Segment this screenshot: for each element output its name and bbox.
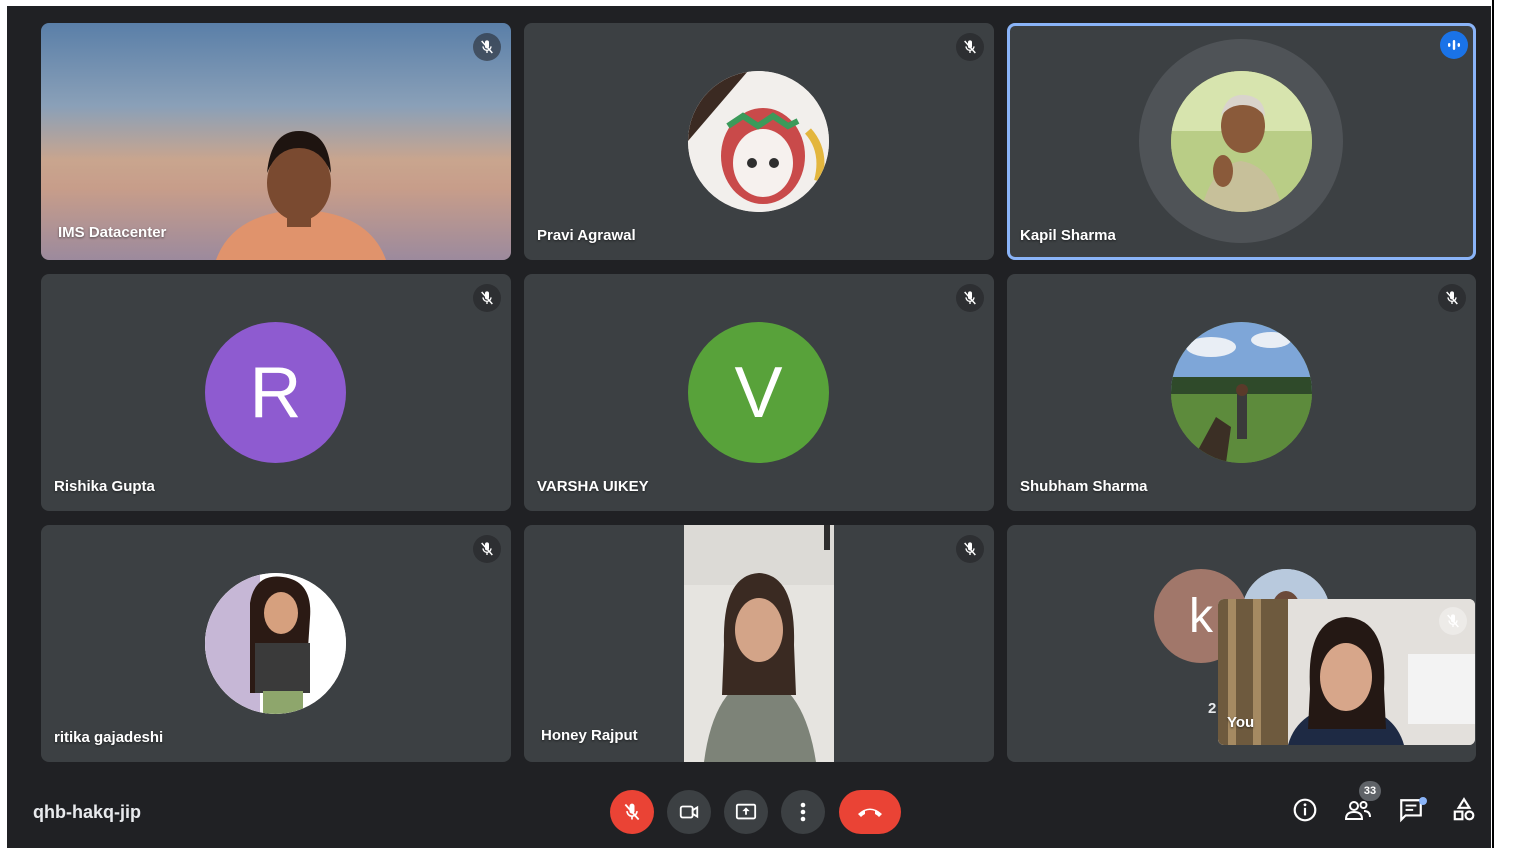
meeting-code: qhb-hakq-jip (33, 802, 141, 822)
present-screen-icon (735, 803, 757, 820)
participant-name: Shubham Sharma (1020, 478, 1148, 495)
activities-button[interactable] (1448, 794, 1480, 826)
avatar (1171, 322, 1312, 463)
others-tile[interactable]: k 2 You (1007, 525, 1476, 762)
participant-tile[interactable]: V VARSHA UIKEY (524, 274, 994, 511)
avatar (688, 71, 829, 212)
leave-call-button[interactable] (839, 790, 901, 834)
mic-off-icon (956, 535, 984, 563)
mic-off-icon (473, 33, 501, 61)
meeting-details-button[interactable] (1289, 794, 1321, 826)
camera-toggle-button[interactable] (667, 790, 711, 834)
participant-tile[interactable]: Honey Rajput (524, 525, 994, 762)
participant-tile[interactable]: Pravi Agrawal (524, 23, 994, 260)
participant-name: Pravi Agrawal (537, 227, 636, 244)
more-options-button[interactable] (781, 790, 825, 834)
self-video (1218, 599, 1475, 745)
participant-video (684, 525, 834, 762)
speaking-indicator-icon (1440, 31, 1468, 59)
participant-tile[interactable]: Shubham Sharma (1007, 274, 1476, 511)
mic-off-icon (956, 284, 984, 312)
avatar-initial: V (688, 322, 829, 463)
camera-icon (679, 805, 699, 819)
avatar (205, 573, 346, 714)
hang-up-icon (858, 808, 882, 817)
self-view[interactable]: You (1218, 599, 1475, 745)
control-bar: qhb-hakq-jip 33 (7, 778, 1491, 848)
self-mic-off-icon (1439, 607, 1467, 635)
participant-tile[interactable]: IMS Datacenter (41, 23, 511, 260)
mic-off-icon (473, 535, 501, 563)
present-button[interactable] (724, 790, 768, 834)
meet-stage: IMS Datacenter Pravi Agrawal Kapil Sharm… (7, 6, 1491, 848)
chat-unread-dot (1419, 797, 1427, 805)
others-count: 2 (1208, 700, 1217, 717)
participant-name: IMS Datacenter (58, 224, 167, 241)
mic-off-icon (1438, 284, 1466, 312)
mic-off-icon (624, 803, 640, 821)
participant-count-badge: 33 (1359, 781, 1381, 801)
mic-off-icon (956, 33, 984, 61)
participant-name: VARSHA UIKEY (537, 478, 649, 495)
avatar-initial: R (205, 322, 346, 463)
participant-name: Rishika Gupta (54, 478, 155, 495)
participant-tile[interactable]: R Rishika Gupta (41, 274, 511, 511)
participant-name: ritika gajadeshi (54, 729, 164, 746)
self-label: You (1227, 714, 1255, 731)
activities-icon (1453, 797, 1475, 821)
participant-name: Honey Rajput (541, 727, 638, 744)
info-icon (1293, 798, 1317, 822)
participant-tile-active-speaker[interactable]: Kapil Sharma (1007, 23, 1476, 260)
page-border-line (1492, 0, 1494, 848)
participant-tile[interactable]: ritika gajadeshi (41, 525, 511, 762)
more-options-icon (800, 802, 806, 822)
participant-name: Kapil Sharma (1020, 227, 1116, 244)
mic-toggle-button[interactable] (610, 790, 654, 834)
mic-off-icon (473, 284, 501, 312)
avatar (1171, 71, 1312, 212)
